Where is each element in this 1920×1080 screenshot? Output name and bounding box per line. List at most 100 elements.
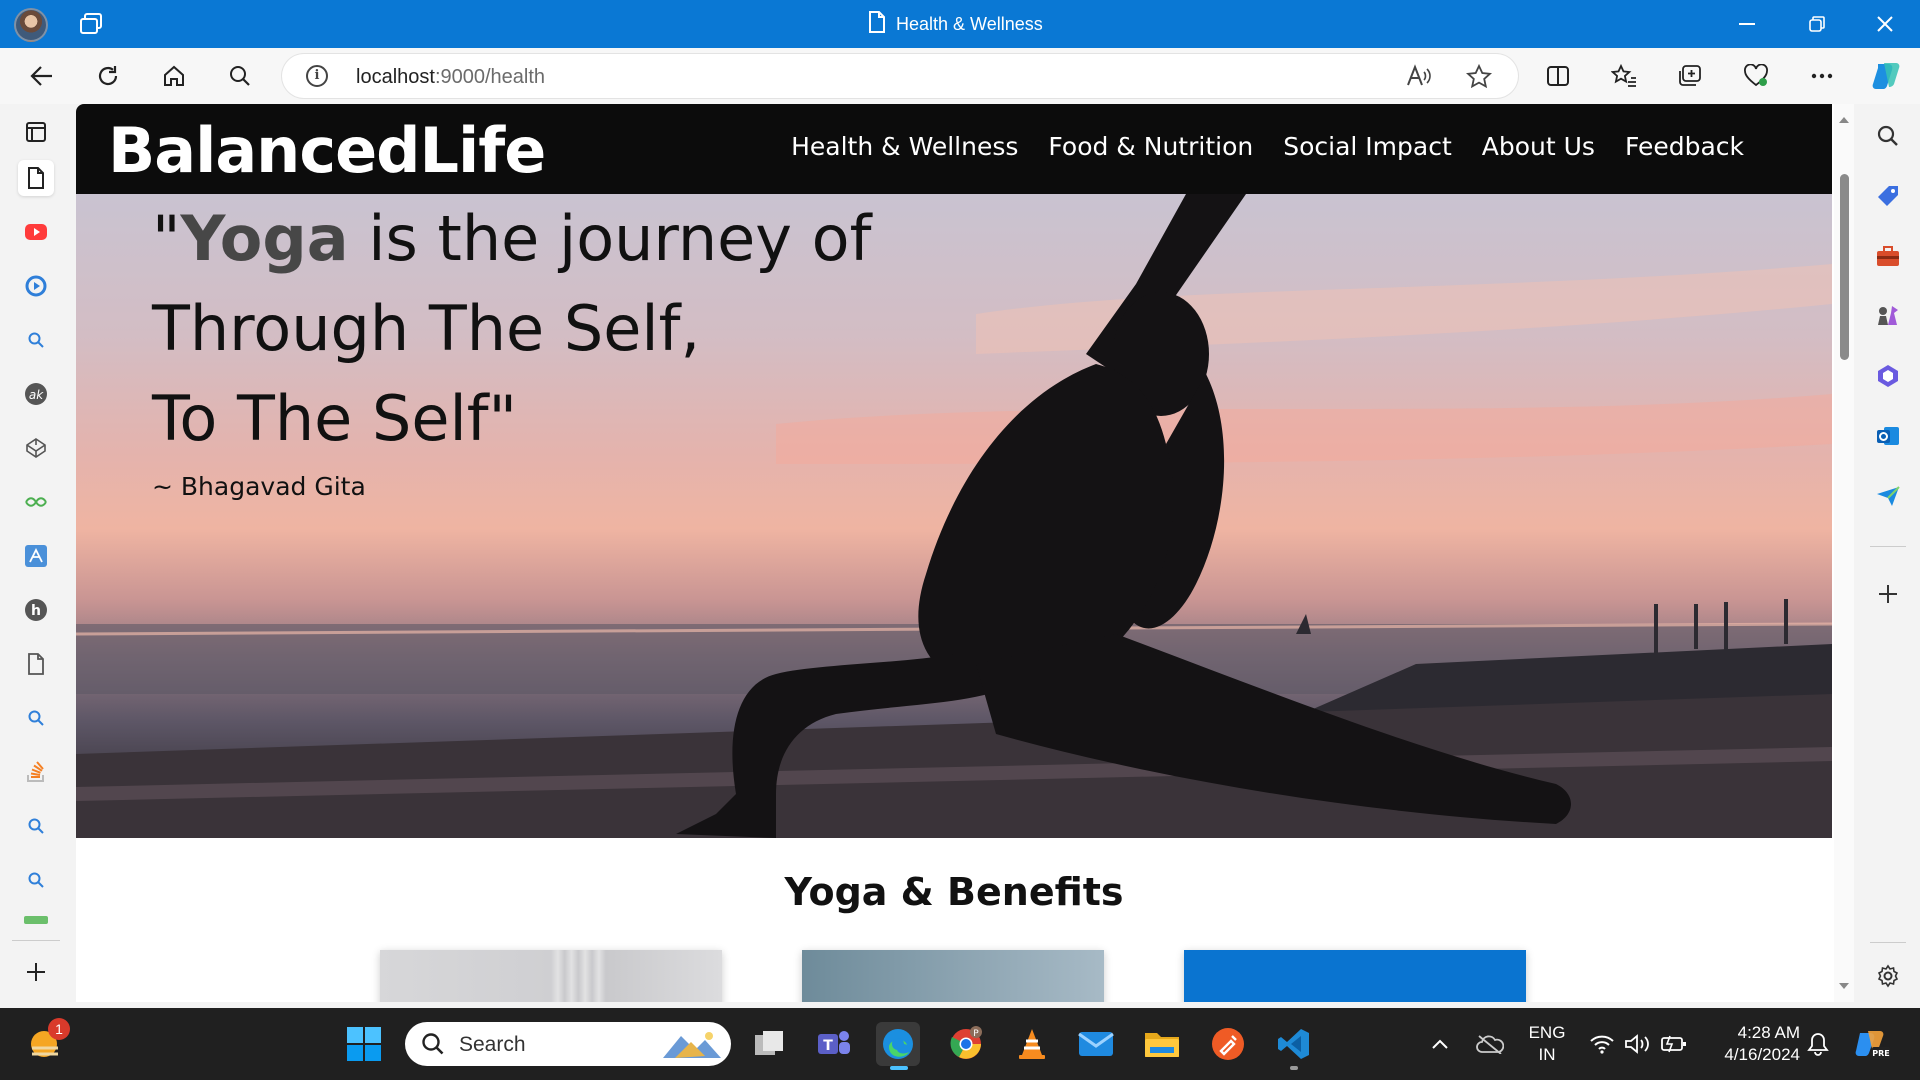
taskbar-search-icon bbox=[422, 1033, 444, 1055]
section-title: Yoga & Benefits bbox=[784, 870, 1124, 914]
browser-essentials-icon[interactable] bbox=[1736, 56, 1776, 96]
more-menu-icon[interactable] bbox=[1802, 56, 1842, 96]
restore-button[interactable] bbox=[1782, 0, 1852, 48]
chrome-icon[interactable]: P bbox=[944, 1022, 988, 1066]
site-logo[interactable]: BalancedLife bbox=[108, 114, 546, 187]
title-bar: Health & Wellness bbox=[0, 0, 1920, 48]
split-screen-icon[interactable] bbox=[1538, 56, 1578, 96]
search-highlight-icon bbox=[663, 1032, 721, 1058]
url-text[interactable]: localhost:9000/health bbox=[356, 66, 545, 89]
add-sidebar-app-icon[interactable] bbox=[1872, 578, 1904, 610]
tab-link-icon[interactable] bbox=[18, 484, 54, 520]
benefit-card-1[interactable] bbox=[380, 950, 722, 1002]
quote-line-1: "Yoga is the journey of bbox=[152, 202, 872, 275]
running-app-indicator bbox=[1290, 1066, 1298, 1070]
battery-icon[interactable] bbox=[1652, 1022, 1696, 1066]
address-bar[interactable]: i localhost:9000/health bbox=[282, 54, 1518, 98]
close-button[interactable] bbox=[1850, 0, 1920, 48]
games-chess-icon[interactable] bbox=[1872, 300, 1904, 332]
tab-adobe-icon[interactable] bbox=[18, 538, 54, 574]
site-nav: Health & Wellness Food & Nutrition Socia… bbox=[791, 132, 1744, 161]
edge-browser-taskbar-icon[interactable] bbox=[876, 1022, 920, 1070]
notifications-bell-icon[interactable] bbox=[1796, 1022, 1840, 1066]
tab-codepen-icon[interactable] bbox=[18, 430, 54, 466]
hero-banner: "Yoga is the journey of Through The Self… bbox=[76, 194, 1832, 838]
page-scrollbar[interactable] bbox=[1834, 104, 1854, 1002]
show-hidden-icons-chevron-icon[interactable] bbox=[1418, 1022, 1462, 1066]
tab-stackoverflow-icon[interactable] bbox=[18, 754, 54, 790]
vlc-icon[interactable] bbox=[1010, 1022, 1054, 1066]
favorite-star-icon[interactable] bbox=[1465, 63, 1493, 93]
drop-send-icon[interactable] bbox=[1872, 480, 1904, 512]
scroll-up-icon[interactable] bbox=[1838, 116, 1850, 124]
microsoft365-icon[interactable] bbox=[1872, 360, 1904, 392]
workspaces-icon[interactable] bbox=[78, 12, 104, 36]
teams-icon[interactable]: T bbox=[812, 1022, 856, 1066]
tab-search-icon-4[interactable] bbox=[18, 862, 54, 898]
sidebar-divider-right bbox=[1870, 546, 1906, 547]
svg-text:h: h bbox=[31, 603, 41, 619]
copilot-icon[interactable] bbox=[1866, 56, 1906, 96]
new-tab-plus-icon[interactable] bbox=[18, 954, 54, 990]
shopping-tag-icon[interactable] bbox=[1872, 180, 1904, 212]
site-header: BalancedLife Health & Wellness Food & Nu… bbox=[76, 104, 1832, 194]
taskbar-search-box[interactable]: Search bbox=[405, 1022, 731, 1066]
tab-ak-icon[interactable]: ak bbox=[18, 376, 54, 412]
quote-line-2: Through The Self, bbox=[152, 292, 701, 365]
benefit-card-2[interactable] bbox=[802, 950, 1104, 1002]
onedrive-cloud-icon[interactable] bbox=[1468, 1022, 1512, 1066]
task-view-icon[interactable] bbox=[748, 1022, 792, 1066]
postman-icon[interactable] bbox=[1206, 1022, 1250, 1066]
scroll-down-icon[interactable] bbox=[1838, 982, 1850, 990]
tab-media-icon[interactable] bbox=[18, 268, 54, 304]
notification-badge: 1 bbox=[48, 1018, 70, 1040]
tab-search-icon-3[interactable] bbox=[18, 808, 54, 844]
quote-line-3: To The Self" bbox=[152, 382, 518, 455]
vertical-tabs-sidebar: ak h bbox=[0, 104, 72, 1004]
home-button[interactable] bbox=[154, 56, 194, 96]
tab-document-icon[interactable] bbox=[18, 646, 54, 682]
read-aloud-icon[interactable] bbox=[1406, 64, 1432, 93]
vscode-icon[interactable] bbox=[1272, 1022, 1316, 1070]
site-info-icon[interactable]: i bbox=[306, 65, 328, 87]
nav-feedback[interactable]: Feedback bbox=[1625, 132, 1744, 161]
tab-search-icon[interactable] bbox=[18, 322, 54, 358]
copilot-preview-taskbar-icon[interactable]: PRE bbox=[1850, 1022, 1894, 1066]
quote-accent-word: Yoga bbox=[180, 202, 349, 275]
tab-actions-icon[interactable] bbox=[18, 114, 54, 150]
benefit-card-3[interactable] bbox=[1184, 950, 1526, 1002]
svg-text:PRE: PRE bbox=[1872, 1049, 1890, 1058]
sidebar-settings-gear-icon[interactable] bbox=[1872, 960, 1904, 992]
active-tab[interactable]: Health & Wellness bbox=[868, 0, 1043, 48]
minimize-button[interactable] bbox=[1712, 0, 1782, 48]
file-explorer-icon[interactable] bbox=[1140, 1022, 1184, 1066]
favorites-icon[interactable] bbox=[1604, 56, 1644, 96]
mail-icon[interactable] bbox=[1074, 1022, 1118, 1066]
tab-search-icon-2[interactable] bbox=[18, 700, 54, 736]
refresh-button[interactable] bbox=[88, 56, 128, 96]
weather-widget-icon[interactable]: 1 bbox=[24, 1018, 70, 1066]
nav-social-impact[interactable]: Social Impact bbox=[1283, 132, 1452, 161]
tab-title-text: Health & Wellness bbox=[896, 13, 1043, 34]
profile-avatar[interactable] bbox=[14, 8, 48, 42]
sidebar-search-icon[interactable] bbox=[1872, 120, 1904, 152]
start-button-windows-icon[interactable] bbox=[342, 1022, 386, 1066]
tab-partial-icon[interactable] bbox=[18, 910, 54, 930]
nav-food-nutrition[interactable]: Food & Nutrition bbox=[1048, 132, 1253, 161]
nav-health-wellness[interactable]: Health & Wellness bbox=[791, 132, 1018, 161]
outlook-icon[interactable] bbox=[1872, 420, 1904, 452]
search-icon[interactable] bbox=[220, 56, 260, 96]
clock[interactable]: 4:28 AM 4/16/2024 bbox=[1706, 1022, 1800, 1066]
svg-text:P: P bbox=[973, 1029, 979, 1039]
tab-h-icon[interactable]: h bbox=[18, 592, 54, 628]
back-button[interactable] bbox=[22, 56, 62, 96]
collections-icon[interactable] bbox=[1670, 56, 1710, 96]
svg-text:T: T bbox=[823, 1038, 833, 1054]
nav-about-us[interactable]: About Us bbox=[1482, 132, 1595, 161]
tab-health-page[interactable] bbox=[18, 160, 54, 196]
language-indicator[interactable]: ENG IN bbox=[1520, 1022, 1574, 1066]
tab-youtube-icon[interactable] bbox=[18, 214, 54, 250]
browser-toolbar: i localhost:9000/health bbox=[0, 48, 1920, 104]
scrollbar-thumb[interactable] bbox=[1840, 174, 1849, 360]
tools-briefcase-icon[interactable] bbox=[1872, 240, 1904, 272]
